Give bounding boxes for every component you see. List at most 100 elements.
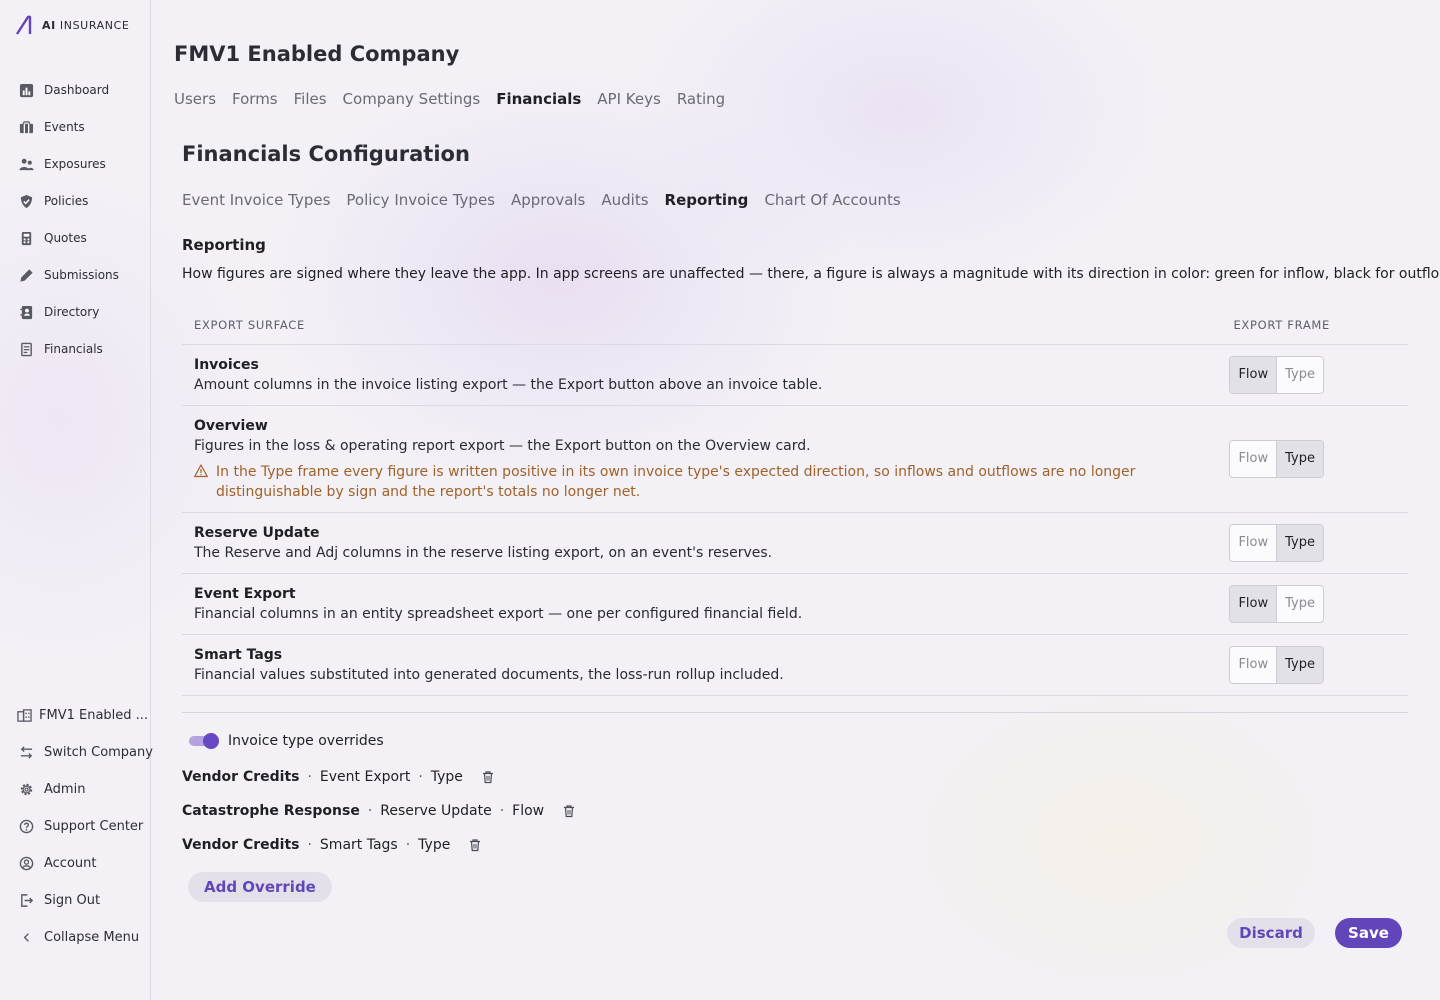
sidebar: AI INSURANCE Dashboard Events Exposures … (0, 0, 153, 1000)
company-tabs: Users Forms Files Company Settings Finan… (174, 90, 725, 108)
tab-financials[interactable]: Financials (496, 90, 581, 108)
frame-option-flow[interactable]: Flow (1230, 586, 1277, 622)
tab-api-keys[interactable]: API Keys (597, 90, 661, 108)
trash-icon[interactable] (468, 838, 482, 852)
surface-title: Event Export (194, 586, 296, 602)
overrides-toggle-row: Invoice type overrides (189, 733, 384, 749)
sidebar-item-label: Policies (44, 194, 89, 208)
surface-description: Figures in the loss & operating report e… (194, 438, 811, 454)
current-company[interactable]: FMV1 Enabled ... (16, 705, 148, 725)
surface-description: The Reserve and Adj columns in the reser… (194, 545, 773, 561)
sidebar-item-label: Financials (44, 342, 103, 356)
type-frame-warning: In the Type frame every figure is writte… (194, 462, 1194, 502)
sidebar-item-label: Exposures (44, 157, 106, 171)
warning-text: In the Type frame every figure is writte… (216, 464, 1136, 500)
surface-title: Reserve Update (194, 525, 320, 541)
surface-title: Invoices (194, 357, 259, 373)
frame-option-type[interactable]: Type (1276, 441, 1323, 477)
frame-option-type[interactable]: Type (1276, 357, 1323, 393)
sidebar-item-label: Admin (44, 781, 86, 797)
export-frame-toggle: Flow Type (1229, 356, 1324, 394)
financials-tabs: Event Invoice Types Policy Invoice Types… (182, 191, 901, 209)
contact-book-icon (18, 304, 34, 320)
sidebar-item-events[interactable]: Events (18, 117, 85, 137)
tab-forms[interactable]: Forms (232, 90, 278, 108)
tab-rating[interactable]: Rating (677, 90, 725, 108)
column-header-surface: EXPORT SURFACE (194, 317, 305, 332)
collapse-menu-button[interactable]: Collapse Menu (18, 927, 139, 947)
main-content: FMV1 Enabled Company Users Forms Files C… (151, 0, 1440, 1000)
warning-icon (194, 464, 208, 502)
override-frame: Flow (512, 803, 545, 819)
tab-reporting[interactable]: Reporting (665, 191, 749, 209)
trash-icon[interactable] (481, 770, 495, 784)
sidebar-item-label: FMV1 Enabled ... (39, 707, 149, 723)
tab-users[interactable]: Users (174, 90, 216, 108)
save-button[interactable]: Save (1335, 918, 1402, 948)
override-item: Catastrophe Response · Reserve Update · … (182, 803, 576, 819)
sidebar-item-label: Submissions (44, 268, 119, 282)
column-header-frame: EXPORT FRAME (1233, 317, 1330, 332)
table-row: Invoices Amount columns in the invoice l… (182, 345, 1408, 406)
add-override-button[interactable]: Add Override (188, 872, 332, 902)
tab-company-settings[interactable]: Company Settings (343, 90, 481, 108)
export-frame-toggle: Flow Type (1229, 646, 1324, 684)
reporting-description: How figures are signed where they leave … (182, 266, 1440, 282)
brand-logo[interactable]: AI INSURANCE (16, 15, 129, 35)
calculator-icon (18, 230, 34, 246)
override-frame: Type (430, 769, 463, 785)
sidebar-item-quotes[interactable]: Quotes (18, 228, 87, 248)
table-row: Reserve Update The Reserve and Adj colum… (182, 513, 1408, 574)
overrides-toggle-label: Invoice type overrides (228, 733, 384, 749)
sidebar-item-admin[interactable]: Admin (18, 779, 85, 799)
sidebar-item-support-center[interactable]: Support Center (18, 816, 143, 836)
brand-name: AI INSURANCE (42, 18, 130, 32)
export-frame-toggle: Flow Type (1229, 440, 1324, 478)
override-invoice-type: Vendor Credits (182, 837, 300, 853)
frame-option-type[interactable]: Type (1276, 525, 1323, 561)
sidebar-item-label: Sign Out (44, 892, 101, 908)
separator: · (418, 769, 423, 785)
overrides-toggle[interactable] (189, 733, 219, 749)
sidebar-item-account[interactable]: Account (18, 853, 97, 873)
sidebar-item-dashboard[interactable]: Dashboard (18, 80, 109, 100)
discard-button[interactable]: Discard (1227, 918, 1315, 948)
sidebar-item-switch-company[interactable]: Switch Company (18, 742, 153, 762)
switch-arrows-icon (18, 744, 34, 760)
sidebar-item-label: Support Center (44, 818, 144, 834)
tab-audits[interactable]: Audits (601, 191, 648, 209)
tab-chart-of-accounts[interactable]: Chart Of Accounts (764, 191, 900, 209)
sidebar-item-submissions[interactable]: Submissions (18, 265, 119, 285)
sidebar-item-financials[interactable]: Financials (18, 339, 103, 359)
frame-option-type[interactable]: Type (1276, 647, 1323, 683)
chevron-left-icon (18, 929, 34, 945)
separator: · (367, 803, 373, 819)
trash-icon[interactable] (562, 804, 576, 818)
table-header: EXPORT SURFACE EXPORT FRAME (182, 305, 1408, 345)
sidebar-item-policies[interactable]: Policies (18, 191, 88, 211)
override-surface: Reserve Update (380, 803, 492, 819)
tab-event-invoice-types[interactable]: Event Invoice Types (182, 191, 330, 209)
override-frame: Type (418, 837, 451, 853)
question-circle-icon (18, 818, 34, 834)
sidebar-item-sign-out[interactable]: Sign Out (18, 890, 100, 910)
frame-option-type[interactable]: Type (1276, 586, 1323, 622)
separator: · (307, 769, 312, 785)
export-frame-toggle: Flow Type (1229, 585, 1324, 623)
override-invoice-type: Catastrophe Response (182, 803, 360, 819)
section-title: Financials Configuration (182, 142, 470, 166)
frame-option-flow[interactable]: Flow (1230, 647, 1276, 683)
pen-icon (18, 267, 34, 283)
tab-policy-invoice-types[interactable]: Policy Invoice Types (346, 191, 495, 209)
frame-option-flow[interactable]: Flow (1230, 525, 1276, 561)
gear-icon (18, 781, 34, 797)
sidebar-item-label: Switch Company (44, 744, 153, 760)
sidebar-item-directory[interactable]: Directory (18, 302, 99, 322)
separator: · (307, 837, 312, 853)
frame-option-flow[interactable]: Flow (1230, 357, 1277, 393)
sidebar-item-exposures[interactable]: Exposures (18, 154, 106, 174)
tab-approvals[interactable]: Approvals (511, 191, 585, 209)
section-divider (182, 712, 1408, 713)
frame-option-flow[interactable]: Flow (1230, 441, 1276, 477)
tab-files[interactable]: Files (294, 90, 327, 108)
